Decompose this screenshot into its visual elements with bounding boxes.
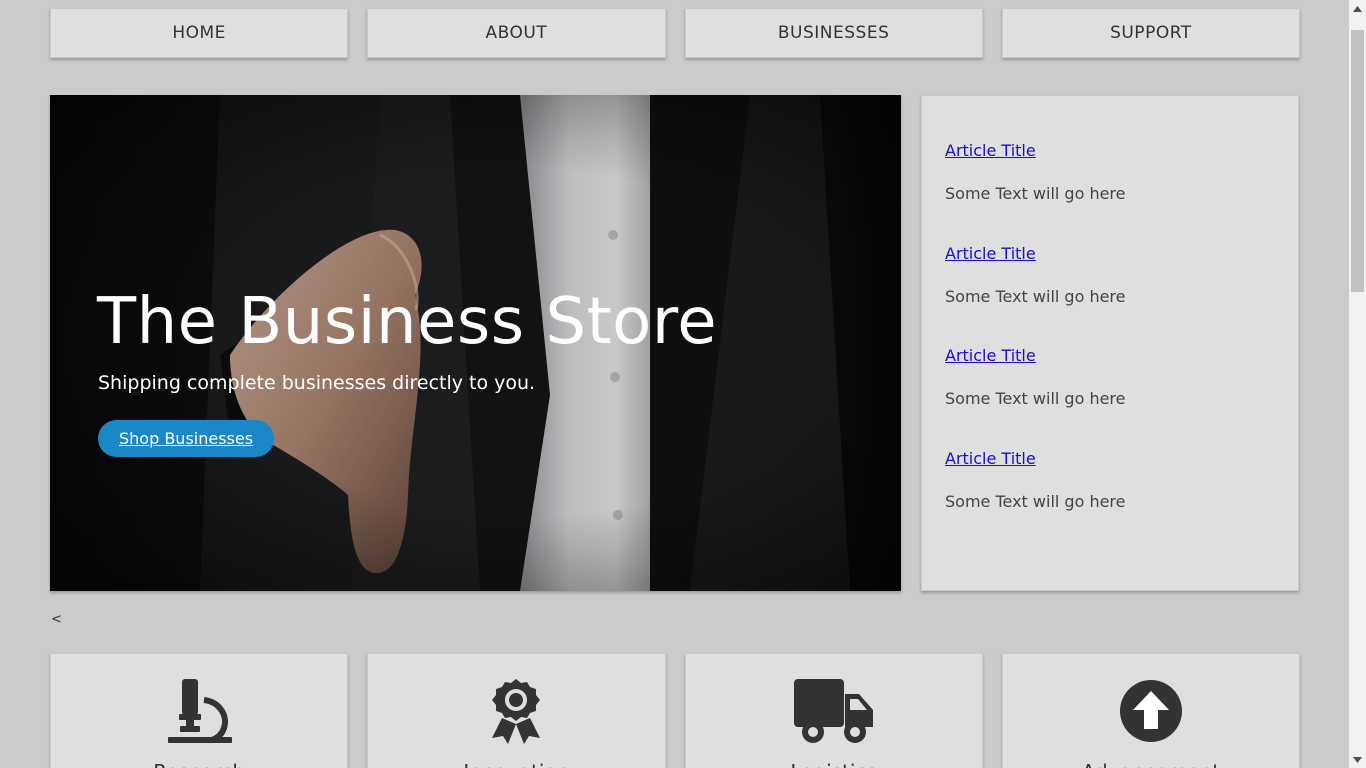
- article-text: Some Text will go here: [945, 491, 1126, 511]
- article-text: Some Text will go here: [945, 286, 1126, 306]
- shop-businesses-button[interactable]: Shop Businesses: [98, 420, 275, 457]
- article-list: Article Title Some Text will go here Art…: [945, 141, 1288, 551]
- hero-title: The Business Store: [97, 285, 718, 359]
- article-title-link[interactable]: Article Title: [945, 346, 1288, 366]
- scrollbar-thumb[interactable]: [1351, 30, 1364, 292]
- articles-panel: Article Title Some Text will go here Art…: [921, 95, 1299, 591]
- scroll-up-arrow-icon[interactable]: [1349, 0, 1366, 17]
- feature-label: Research: [51, 760, 347, 768]
- hero-banner: The Business Store Shipping complete bus…: [50, 95, 901, 591]
- article-item: Article Title Some Text will go here: [945, 346, 1288, 449]
- microscope-icon: [154, 676, 244, 746]
- feature-cards: Research Innovation: [50, 653, 1300, 768]
- feature-label: Innovation: [368, 760, 664, 768]
- truck-icon: [789, 676, 879, 746]
- award-ribbon-icon: [471, 676, 561, 746]
- feature-label: Logistics: [686, 760, 982, 768]
- article-item: Article Title Some Text will go here: [945, 141, 1288, 244]
- article-title-link[interactable]: Article Title: [945, 141, 1288, 161]
- nav-item-support[interactable]: SUPPORT: [1001, 8, 1300, 58]
- feature-card-advancement[interactable]: Advancement: [1001, 653, 1300, 768]
- scroll-down-arrow-icon[interactable]: [1349, 751, 1366, 768]
- feature-card-research[interactable]: Research: [50, 653, 349, 768]
- nav-item-home[interactable]: HOME: [50, 8, 349, 58]
- feature-card-innovation[interactable]: Innovation: [367, 653, 666, 768]
- article-item: Article Title Some Text will go here: [945, 244, 1288, 347]
- article-title-link[interactable]: Article Title: [945, 244, 1288, 264]
- article-text: Some Text will go here: [945, 184, 1126, 203]
- nav-item-about[interactable]: ABOUT: [367, 8, 666, 58]
- nav-item-businesses[interactable]: BUSINESSES: [684, 8, 983, 58]
- article-text: Some Text will go here: [945, 389, 1126, 408]
- arrow-up-circle-icon: [1106, 676, 1196, 746]
- article-item: Article Title Some Text will go here: [945, 449, 1288, 552]
- page: HOME ABOUT BUSINESSES SUPPORT The Busine…: [0, 0, 1349, 768]
- carousel-prev-button[interactable]: <: [51, 612, 62, 627]
- main-nav: HOME ABOUT BUSINESSES SUPPORT: [50, 8, 1300, 60]
- article-title-link[interactable]: Article Title: [945, 449, 1288, 469]
- feature-label: Advancement: [1003, 760, 1299, 768]
- vertical-scrollbar[interactable]: [1349, 0, 1366, 768]
- feature-card-logistics[interactable]: Logistics: [684, 653, 983, 768]
- hero-subtitle: Shipping complete businesses directly to…: [98, 372, 536, 394]
